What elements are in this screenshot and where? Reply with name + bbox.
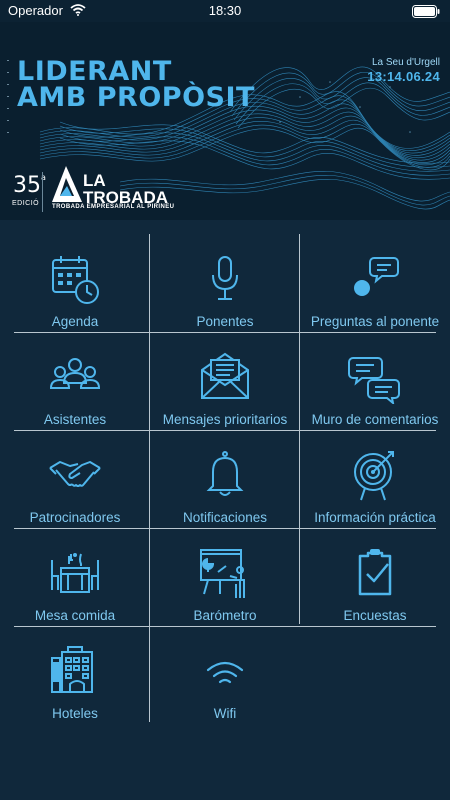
mountain-logo-icon [52,166,82,202]
presentation-board-icon [200,549,245,598]
clipboard-check-icon [358,549,392,596]
menu-item-barometro[interactable]: Barómetro [150,528,300,626]
menu-item-asistentes[interactable]: Asistentes [0,332,150,430]
microphone-icon [212,256,238,300]
menu-item-label: Encuestas [343,608,407,623]
edition-label: EDICIÓ [12,200,40,207]
menu-item-label: Patrocinadores [29,510,121,525]
menu-item-ponentes[interactable]: Ponentes [150,234,300,332]
menu-item-encuestas[interactable]: Encuestas [300,528,450,626]
menu-item-agenda[interactable]: Agenda [0,234,150,332]
menu-item-label: Ponentes [196,314,254,329]
event-dates: 13:14.06.24 [367,69,440,84]
menu-item-hoteles[interactable]: Hoteles [0,626,150,724]
menu-item-label: Mensajes prioritarios [162,412,288,427]
chat-bubbles-icon [348,357,400,404]
menu-item-label: Muro de comentarios [311,412,439,427]
menu-item-label: Información práctica [314,510,436,525]
menu-item-wifi[interactable]: Wifi [150,626,300,724]
menu-item-notificaciones[interactable]: Notificaciones [150,430,300,528]
status-bar: Operador 18:30 [0,0,450,22]
battery-icon [412,5,440,18]
menu-item-muro[interactable]: Muro de comentarios [300,332,450,430]
menu-item-label: Wifi [213,706,237,721]
menu-item-label: Barómetro [193,608,257,623]
event-title-line2: AMB PROPÒSIT [17,82,255,113]
event-banner: LIDERANT AMB PROPÒSIT La Seu d'Urgell 13… [0,22,450,220]
decorative-ticks [7,60,9,133]
menu-item-label: Preguntas al ponente [310,314,440,329]
handshake-icon [49,461,101,487]
edition-number: 35a [13,173,46,198]
question-bubble-icon [354,257,399,296]
envelope-icon [201,352,249,399]
menu-item-mensajes[interactable]: Mensajes prioritarios [150,332,300,430]
clock: 18:30 [208,3,242,18]
brand-name: LA TROBADA [83,172,168,206]
banner-divider [42,172,43,212]
edition-number-value: 35 [13,173,41,198]
menu-item-informacion[interactable]: Información práctica [300,430,450,528]
brand-subtitle: TROBADA EMPRESARIAL AL PIRINEU [52,204,175,210]
calendar-clock-icon [52,256,99,304]
menu-item-label: Notificaciones [182,510,268,525]
menu-item-label: Hoteles [52,706,98,721]
hotel-icon [51,646,93,693]
menu-grid: Agenda Ponentes Preguntas al ponente Asi… [0,220,450,800]
wifi-icon [206,661,244,684]
target-icon [354,451,394,501]
event-location: La Seu d'Urgell [371,57,440,68]
dining-table-icon [51,553,99,593]
bell-icon [206,451,244,496]
menu-item-label: Mesa comida [34,608,116,623]
group-people-icon [49,358,101,389]
brand-name-line1: LA [83,171,106,190]
menu-item-patrocinadores[interactable]: Patrocinadores [0,430,150,528]
menu-item-mesa-comida[interactable]: Mesa comida [0,528,150,626]
menu-item-label: Asistentes [43,412,107,427]
menu-item-preguntas[interactable]: Preguntas al ponente [300,234,450,332]
menu-item-label: Agenda [51,314,99,329]
